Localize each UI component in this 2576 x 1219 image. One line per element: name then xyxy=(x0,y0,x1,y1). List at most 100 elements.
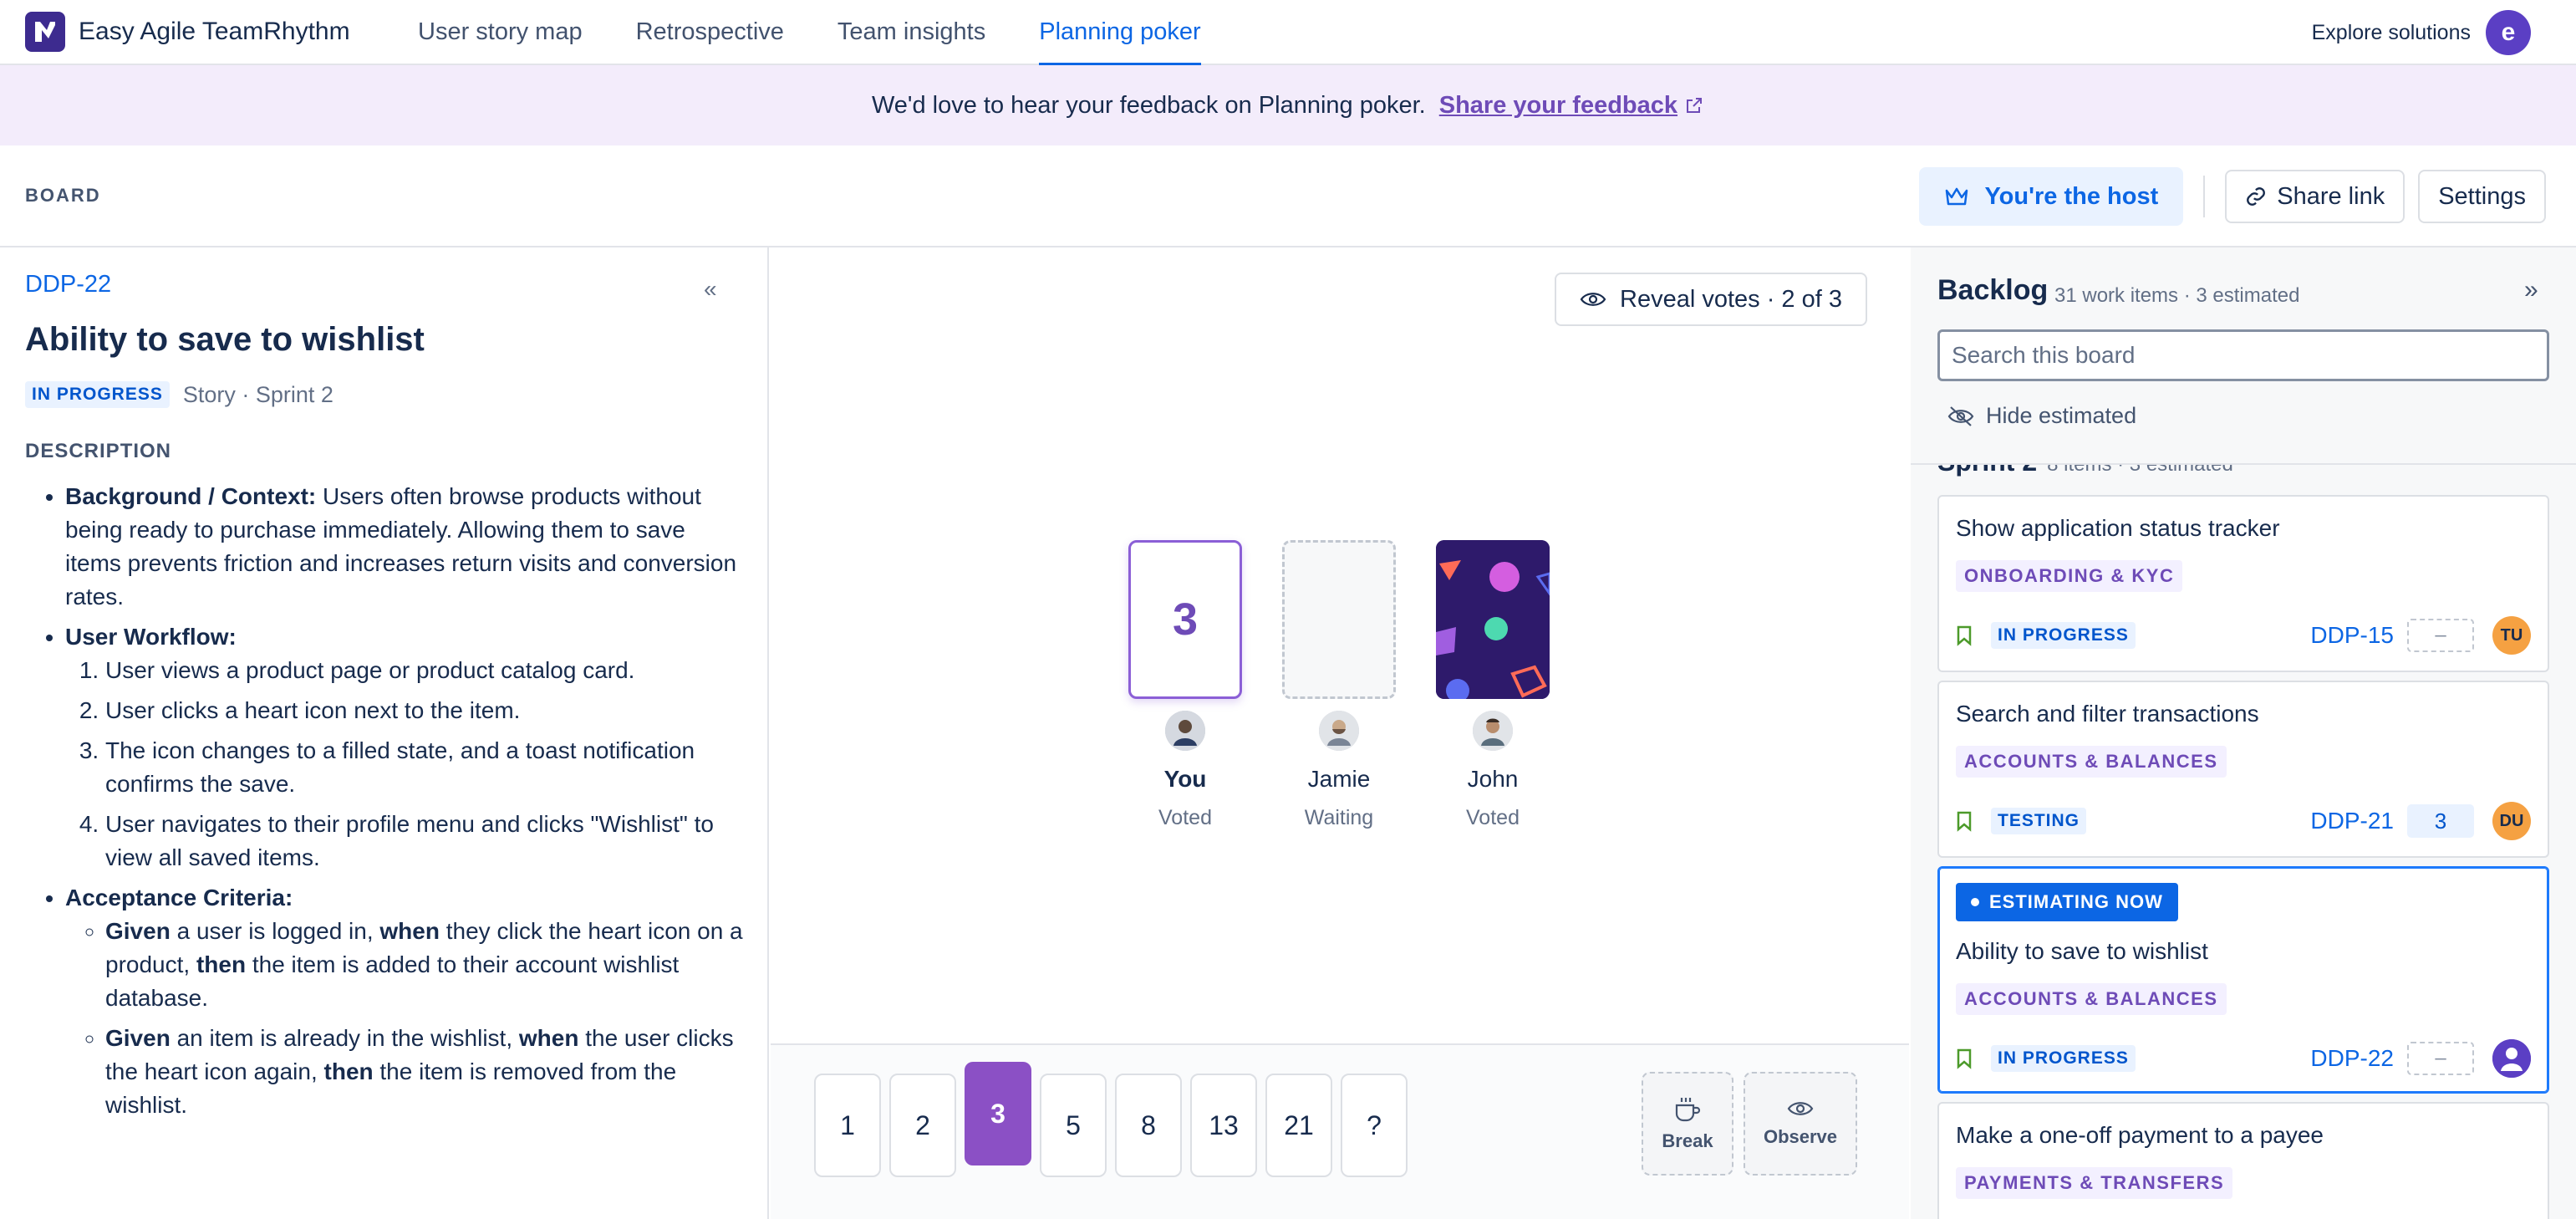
vote-card: 3 xyxy=(1128,540,1242,699)
workflow-step: User navigates to their profile menu and… xyxy=(105,808,744,875)
player-name: John xyxy=(1467,766,1519,792)
assignee-avatar: DU xyxy=(2492,802,2531,840)
deck-card-2[interactable]: 2 xyxy=(889,1074,956,1177)
user-icon xyxy=(2492,1039,2531,1078)
status-badge: IN PROGRESS xyxy=(1991,622,2136,649)
divider xyxy=(2203,176,2206,217)
card-title: Make a one-off payment to a payee xyxy=(1956,1122,2324,1148)
player-seat-john: John Voted xyxy=(1434,540,1551,830)
deck-card-8[interactable]: 8 xyxy=(1115,1074,1182,1177)
bookmark-icon xyxy=(1956,625,1973,646)
observe-button[interactable]: Observe xyxy=(1744,1072,1857,1176)
player-seat-you: 3 You Voted xyxy=(1127,540,1244,830)
top-navigation: Easy Agile TeamRhythm User story map Ret… xyxy=(0,0,2576,66)
deck-card-5[interactable]: 5 xyxy=(1040,1074,1107,1177)
app-logo-icon xyxy=(25,12,65,52)
poker-table: Reveal votes · 2 of 3 3 You Voted Jamie … xyxy=(771,247,1909,1219)
collapse-panel-icon[interactable]: « xyxy=(704,276,717,303)
backlog-card[interactable]: Make a one-off payment to a payee PAYMEN… xyxy=(1937,1102,2549,1219)
epic-badge: ACCOUNTS & BALANCES xyxy=(1956,983,2227,1015)
deck-card-1[interactable]: 1 xyxy=(814,1074,881,1177)
account-avatar[interactable]: e xyxy=(2486,10,2531,55)
estimating-now-badge: ESTIMATING NOW xyxy=(1956,883,2178,921)
host-button[interactable]: You're the host xyxy=(1919,167,2184,226)
coffee-icon xyxy=(1675,1098,1701,1122)
tab-team-insights[interactable]: Team insights xyxy=(837,0,985,64)
link-icon xyxy=(2247,187,2266,206)
player-name: You xyxy=(1163,766,1207,792)
deck-card-question[interactable]: ? xyxy=(1341,1074,1408,1177)
backlog-card-active[interactable]: ESTIMATING NOW Ability to save to wishli… xyxy=(1937,866,2549,1094)
bookmark-icon xyxy=(1956,1048,1973,1069)
external-link-icon xyxy=(1684,95,1704,115)
reveal-votes-button[interactable]: Reveal votes · 2 of 3 xyxy=(1555,273,1867,326)
avatar xyxy=(1473,711,1513,751)
bookmark-icon xyxy=(1956,810,1973,832)
estimate-field[interactable]: 3 xyxy=(2407,804,2474,838)
share-link-label: Share link xyxy=(2277,182,2385,210)
list-item: Background / Context: Users often browse… xyxy=(65,480,744,614)
card-deck: 1 2 3 5 8 13 21 ? Break Observe xyxy=(771,1043,1909,1219)
crown-icon xyxy=(1946,187,1968,206)
board-header: BOARD You're the host Share link Setting… xyxy=(0,145,2576,247)
tab-user-story-map[interactable]: User story map xyxy=(418,0,583,64)
assignee-avatar: TU xyxy=(2492,616,2531,655)
reveal-votes-label: Reveal votes · 2 of 3 xyxy=(1620,285,1842,313)
list-item: User Workflow: User views a product page… xyxy=(65,620,744,875)
issue-type-sprint: Story · Sprint 2 xyxy=(182,381,333,407)
issue-key-link[interactable]: DDP-21 xyxy=(2310,808,2394,834)
estimate-field[interactable]: – xyxy=(2407,1042,2474,1075)
hide-estimated-toggle[interactable]: Hide estimated xyxy=(1947,403,2136,429)
backlog-header: Backlog 31 work items · 3 estimated » Hi… xyxy=(1911,247,2576,465)
list-item: Acceptance Criteria: Given a user is log… xyxy=(65,881,744,1122)
break-label: Break xyxy=(1662,1130,1713,1151)
tab-planning-poker[interactable]: Planning poker xyxy=(1039,0,1202,66)
observe-label: Observe xyxy=(1763,1126,1838,1147)
status-badge: IN PROGRESS xyxy=(25,381,170,408)
player-status: Voted xyxy=(1158,806,1212,829)
issue-meta: IN PROGRESS Story · Sprint 2 xyxy=(25,381,333,408)
issue-title: Ability to save to wishlist xyxy=(25,321,425,358)
share-link-button[interactable]: Share link xyxy=(2225,170,2405,223)
card-title: Show application status tracker xyxy=(1956,515,2280,541)
issue-key-link[interactable]: DDP-15 xyxy=(2310,622,2394,649)
brand[interactable]: Easy Agile TeamRhythm xyxy=(25,12,418,52)
issue-key-link[interactable]: DDP-22 xyxy=(25,271,111,298)
backlog-card[interactable]: Search and filter transactions ACCOUNTS … xyxy=(1937,681,2549,858)
assignee-avatar xyxy=(2492,1039,2531,1078)
eye-icon xyxy=(1580,293,1606,306)
break-button[interactable]: Break xyxy=(1642,1072,1733,1176)
backlog-card[interactable]: Show application status tracker ONBOARDI… xyxy=(1937,495,2549,672)
tab-retrospective[interactable]: Retrospective xyxy=(636,0,784,64)
criteria-item: Given an item is already in the wishlist… xyxy=(105,1022,744,1122)
share-feedback-link[interactable]: Share your feedback xyxy=(1439,92,1677,120)
nav-tabs: User story map Retrospective Team insigh… xyxy=(418,0,1255,66)
deck-card-3-selected[interactable]: 3 xyxy=(965,1062,1031,1165)
hidden-vote-card xyxy=(1436,540,1550,699)
status-badge: TESTING xyxy=(1991,808,2087,834)
status-badge: IN PROGRESS xyxy=(1991,1045,2136,1072)
feedback-text: We'd love to hear your feedback on Plann… xyxy=(871,91,1426,119)
player-status: Voted xyxy=(1466,806,1520,829)
card-back-pattern-icon xyxy=(1436,540,1550,699)
deck-card-13[interactable]: 13 xyxy=(1190,1074,1257,1177)
search-input[interactable] xyxy=(1937,329,2549,381)
deck-card-21[interactable]: 21 xyxy=(1265,1074,1332,1177)
issue-detail-panel: DDP-22 « Ability to save to wishlist IN … xyxy=(0,247,769,1219)
criteria-item: Given a user is logged in, when they cli… xyxy=(105,915,744,1015)
feedback-banner: We'd love to hear your feedback on Plann… xyxy=(0,65,2576,145)
backlog-panel: Backlog 31 work items · 3 estimated » Hi… xyxy=(1911,247,2576,1219)
explore-solutions-link[interactable]: Explore solutions xyxy=(2312,21,2471,45)
live-dot-icon xyxy=(1971,898,1979,906)
empty-vote-card xyxy=(1282,540,1396,699)
estimate-field[interactable]: – xyxy=(2407,619,2474,652)
description-label: DESCRIPTION xyxy=(25,440,172,462)
card-title: Search and filter transactions xyxy=(1956,701,2259,727)
eye-off-icon xyxy=(1947,405,1974,426)
settings-button[interactable]: Settings xyxy=(2418,170,2546,223)
expand-panel-icon[interactable]: » xyxy=(2524,276,2538,304)
workflow-step: The icon changes to a filled state, and … xyxy=(105,734,744,801)
context-label: Background / Context: xyxy=(65,483,317,509)
settings-label: Settings xyxy=(2438,182,2526,210)
issue-key-link[interactable]: DDP-22 xyxy=(2310,1045,2394,1072)
